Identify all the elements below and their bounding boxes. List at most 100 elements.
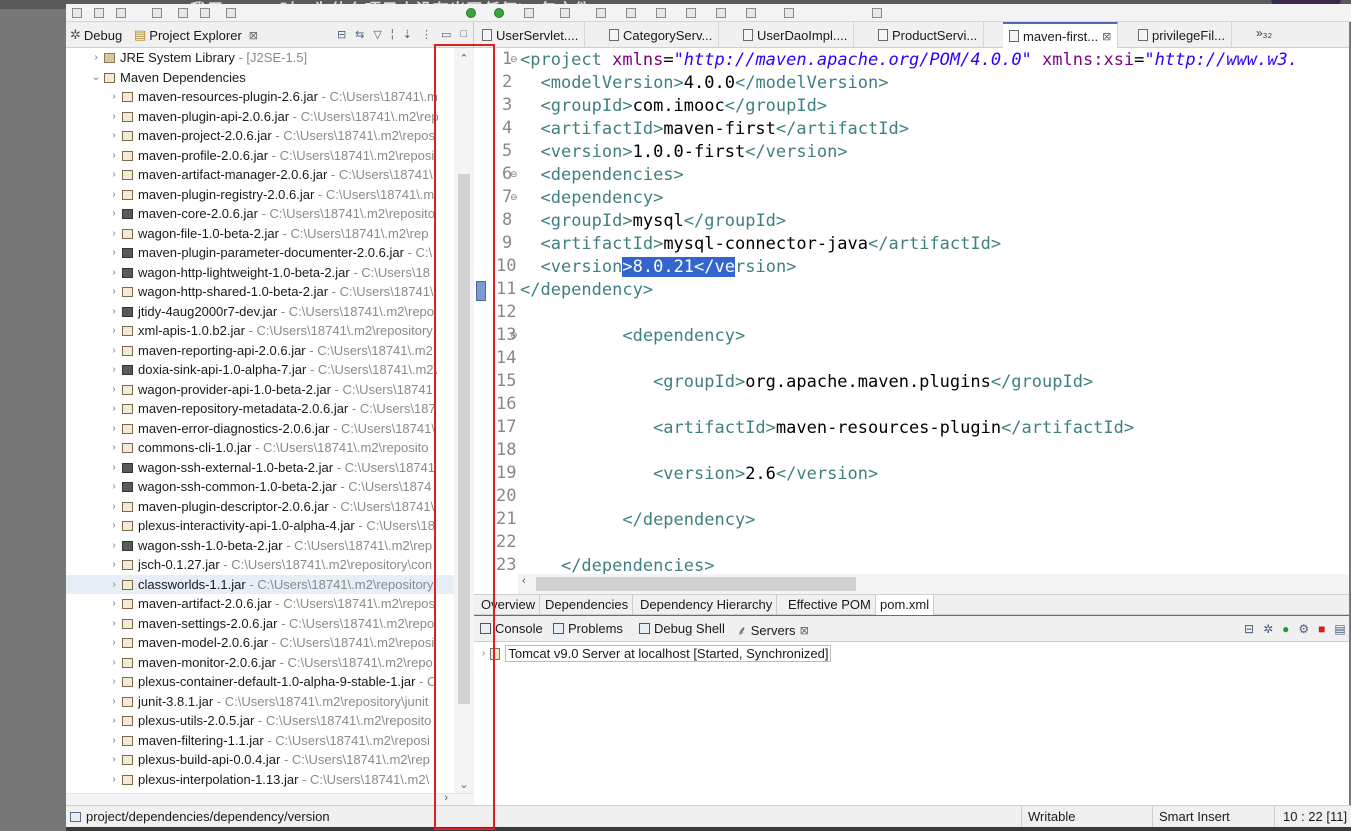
collapse-all-icon[interactable]: ⊟: [337, 28, 346, 41]
scroll-thumb[interactable]: [458, 174, 470, 704]
expand-arrow-icon[interactable]: ›: [108, 458, 120, 478]
expand-arrow-icon[interactable]: ›: [108, 360, 120, 380]
tree-item[interactable]: › wagon-file-1.0-beta-2.jar - C:\Users\18…: [66, 224, 454, 244]
expand-arrow-icon[interactable]: ›: [108, 165, 120, 185]
expand-arrow-icon[interactable]: ›: [108, 107, 120, 127]
expand-arrow-icon[interactable]: ›: [108, 672, 120, 692]
tree-item[interactable]: › maven-artifact-manager-2.0.6.jar - C:\U…: [66, 165, 454, 185]
code-line[interactable]: </dependency>: [520, 279, 653, 302]
tree-item[interactable]: › maven-error-diagnostics-2.0.6.jar - C:\…: [66, 419, 454, 439]
publish-icon[interactable]: ▤: [1334, 622, 1345, 636]
code-line[interactable]: <version>1.0.0-first</version>: [520, 141, 847, 164]
pom-tab[interactable]: Dependency Hierarchy: [636, 595, 778, 615]
code-line[interactable]: <dependencies>: [520, 164, 683, 187]
fold-toggle-icon[interactable]: ⊖: [510, 169, 518, 180]
new-java-icon[interactable]: [560, 8, 570, 18]
tree-item[interactable]: ⌄ Maven Dependencies: [66, 68, 454, 88]
tree-item[interactable]: › maven-settings-2.0.6.jar - C:\Users\187…: [66, 614, 454, 634]
expand-arrow-icon[interactable]: ›: [108, 516, 120, 536]
tree-item[interactable]: › junit-3.8.1.jar - C:\Users\18741\.m2\re…: [66, 692, 454, 712]
expand-arrow-icon[interactable]: ›: [108, 536, 120, 556]
tree-horizontal-scrollbar[interactable]: ›: [66, 792, 474, 805]
tree-item[interactable]: › maven-profile-2.0.6.jar - C:\Users\1874…: [66, 146, 454, 166]
scroll-up-icon[interactable]: ⌃: [454, 52, 474, 65]
tree-item[interactable]: › plexus-container-default-1.0-alpha-9-st…: [66, 672, 454, 692]
tree-item[interactable]: › plexus-interpolation-1.13.jar - C:\User…: [66, 770, 454, 790]
xml-source[interactable]: <project xmlns="http://maven.apache.org/…: [520, 48, 1349, 574]
expand-arrow-icon[interactable]: ›: [108, 380, 120, 400]
tab-project-explorer[interactable]: ▤ Project Explorer ⊠: [134, 27, 258, 43]
close-icon[interactable]: ⊠: [800, 624, 809, 637]
expand-arrow-icon[interactable]: ›: [482, 648, 485, 659]
tree-item[interactable]: › wagon-ssh-external-1.0-beta-2.jar - C:\…: [66, 458, 454, 478]
tree-item[interactable]: › commons-cli-1.0.jar - C:\Users\18741\.m…: [66, 438, 454, 458]
expand-arrow-icon[interactable]: ›: [108, 731, 120, 751]
tree-item[interactable]: › maven-resources-plugin-2.6.jar - C:\Use…: [66, 87, 454, 107]
editor-horizontal-scrollbar[interactable]: ‹: [518, 574, 1349, 594]
debug-icon[interactable]: [466, 8, 476, 18]
more-tabs-indicator[interactable]: »₃₂: [1256, 26, 1272, 40]
skip-icon[interactable]: [178, 8, 188, 18]
tree-item[interactable]: › maven-plugin-descriptor-2.0.6.jar - C:\…: [66, 497, 454, 517]
expand-arrow-icon[interactable]: ›: [108, 204, 120, 224]
stop-server-icon[interactable]: ■: [1318, 622, 1325, 636]
expand-arrow-icon[interactable]: ›: [108, 692, 120, 712]
close-icon[interactable]: ⊠: [1102, 30, 1111, 43]
tree-item[interactable]: › maven-repository-metadata-2.0.6.jar - C…: [66, 399, 454, 419]
expand-arrow-icon[interactable]: ›: [108, 497, 120, 517]
perspective-icon[interactable]: [872, 8, 882, 18]
expand-arrow-icon[interactable]: ›: [108, 341, 120, 361]
expand-arrow-icon[interactable]: ›: [108, 146, 120, 166]
tree-item[interactable]: › maven-reporting-api-2.0.6.jar - C:\User…: [66, 341, 454, 361]
code-line[interactable]: <artifactId>maven-first</artifactId>: [520, 118, 908, 141]
link-editor-icon[interactable]: ⇆: [355, 28, 364, 41]
external-tools-icon[interactable]: [524, 8, 534, 18]
expand-arrow-icon[interactable]: ›: [108, 594, 120, 614]
tree-item[interactable]: › plexus-interactivity-api-1.0-alpha-4.ja…: [66, 516, 454, 536]
code-line[interactable]: <version>2.6</version>: [520, 463, 878, 486]
expand-arrow-icon[interactable]: ⌄: [90, 68, 102, 88]
code-line[interactable]: <groupId>org.apache.maven.plugins</group…: [520, 371, 1093, 394]
view-menu-icon[interactable]: ⋮: [421, 28, 432, 41]
pom-tab[interactable]: Dependencies: [541, 595, 634, 615]
fold-toggle-icon[interactable]: ⊖: [510, 54, 518, 65]
scroll-left-icon[interactable]: ‹: [522, 575, 526, 587]
close-icon[interactable]: ⊠: [249, 29, 258, 42]
editor-tab[interactable]: UserDaoImpl....: [737, 22, 855, 48]
tab-debug-shell[interactable]: Debug Shell: [639, 621, 725, 636]
editor-tab[interactable]: CategoryServ...: [603, 22, 720, 48]
new-icon[interactable]: [72, 8, 82, 18]
tree-item[interactable]: › plexus-utils-2.0.5.jar - C:\Users\18741…: [66, 711, 454, 731]
expand-arrow-icon[interactable]: ›: [108, 575, 120, 595]
tree-item[interactable]: › jsch-0.1.27.jar - C:\Users\18741\.m2\re…: [66, 555, 454, 575]
tree-item[interactable]: › jtidy-4aug2000r7-dev.jar - C:\Users\187…: [66, 302, 454, 322]
expand-arrow-icon[interactable]: ›: [108, 633, 120, 653]
tree-item[interactable]: › maven-plugin-parameter-documenter-2.0.6…: [66, 243, 454, 263]
fold-toggle-icon[interactable]: ⊖: [510, 330, 518, 341]
debug-server-icon[interactable]: ✲: [1263, 622, 1273, 636]
tree-vertical-scrollbar[interactable]: ⌃ ⌄: [454, 48, 474, 793]
expand-arrow-icon[interactable]: ›: [108, 438, 120, 458]
tree-item[interactable]: › maven-filtering-1.1.jar - C:\Users\1874…: [66, 731, 454, 751]
tree-item[interactable]: › maven-project-2.0.6.jar - C:\Users\1874…: [66, 126, 454, 146]
save-icon[interactable]: [94, 8, 104, 18]
server-icon[interactable]: [226, 8, 236, 18]
tree-item[interactable]: › plexus-build-api-0.0.4.jar - C:\Users\1…: [66, 750, 454, 770]
editor-tab[interactable]: maven-first... ⊠: [1003, 22, 1119, 48]
tree-item[interactable]: › maven-model-2.0.6.jar - C:\Users\18741\…: [66, 633, 454, 653]
forward-icon[interactable]: [746, 8, 756, 18]
expand-arrow-icon[interactable]: ›: [108, 321, 120, 341]
tree-item[interactable]: › wagon-http-lightweight-1.0-beta-2.jar -…: [66, 263, 454, 283]
editor-scroll-thumb[interactable]: [536, 577, 856, 591]
code-line[interactable]: <groupId>mysql</groupId>: [520, 210, 786, 233]
profile-server-icon[interactable]: ⚙: [1298, 622, 1309, 636]
expand-arrow-icon[interactable]: ›: [108, 653, 120, 673]
filter-icon[interactable]: ▽: [373, 28, 381, 41]
scroll-right-icon[interactable]: ›: [444, 792, 448, 804]
code-line[interactable]: <version>8.0.21</version>: [520, 256, 796, 279]
expand-arrow-icon[interactable]: ›: [90, 48, 102, 68]
tree-item[interactable]: › maven-artifact-2.0.6.jar - C:\Users\187…: [66, 594, 454, 614]
expand-arrow-icon[interactable]: ›: [108, 282, 120, 302]
run-icon[interactable]: [494, 8, 504, 18]
code-line[interactable]: <groupId>com.imooc</groupId>: [520, 95, 827, 118]
